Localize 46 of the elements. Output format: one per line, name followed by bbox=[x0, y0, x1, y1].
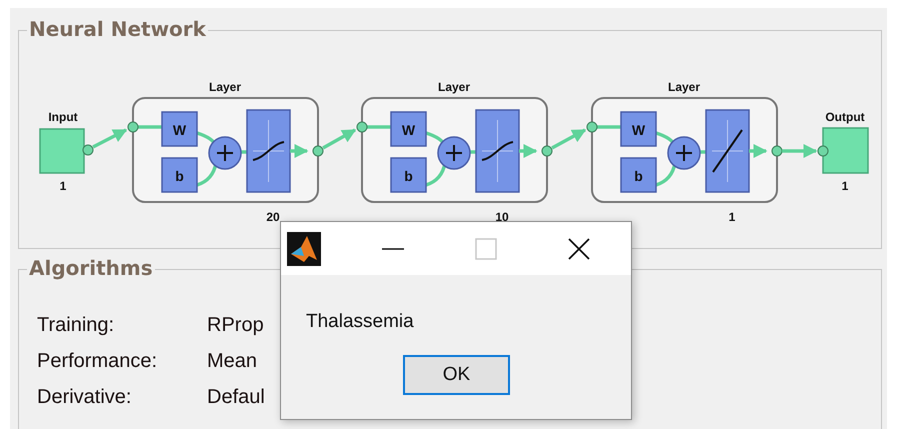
connection-dot bbox=[586, 122, 598, 132]
layer-size: 10 bbox=[495, 210, 509, 224]
sum-node bbox=[437, 136, 471, 170]
setting-value: Mean bbox=[207, 350, 258, 373]
sum-node bbox=[208, 136, 242, 170]
connector-arrow bbox=[519, 144, 538, 158]
layer-size: 1 bbox=[728, 210, 736, 224]
dialog-message: Thalassemia bbox=[306, 311, 414, 333]
connection-dot bbox=[772, 146, 782, 156]
setting-label: Training: bbox=[37, 314, 116, 337]
layer-title: Layer bbox=[438, 80, 470, 94]
weight-block: W bbox=[620, 111, 657, 147]
layer-size: 20 bbox=[266, 210, 280, 224]
bias-block: b bbox=[161, 157, 198, 193]
connector-arrow bbox=[749, 144, 768, 158]
connection-dot bbox=[128, 122, 138, 132]
connector-arrow bbox=[551, 128, 586, 150]
sum-node bbox=[667, 136, 701, 170]
weight-block: W bbox=[390, 111, 427, 147]
setting-label: Derivative: bbox=[37, 386, 132, 409]
weight-block: W bbox=[161, 111, 198, 147]
bias-block: b bbox=[390, 157, 427, 193]
connector-arrow bbox=[322, 128, 356, 150]
input-label: Input bbox=[48, 110, 78, 124]
connector-arrow bbox=[92, 128, 128, 149]
layer-title: Layer bbox=[668, 80, 700, 94]
input-node bbox=[39, 128, 85, 174]
output-size: 1 bbox=[842, 179, 848, 193]
connector-arrow bbox=[290, 144, 308, 158]
bias-block: b bbox=[620, 157, 657, 193]
connection-dot bbox=[818, 146, 828, 156]
connection-dot bbox=[312, 146, 324, 156]
connection-dot bbox=[82, 144, 94, 156]
setting-label: Performance: bbox=[37, 350, 158, 373]
output-node bbox=[822, 127, 869, 174]
layer-title: Layer bbox=[208, 80, 242, 94]
connection-dot bbox=[542, 146, 552, 156]
close-icon[interactable] bbox=[567, 236, 591, 260]
connector-arrow bbox=[782, 144, 818, 158]
app-logo-icon bbox=[287, 232, 321, 266]
connection-dot bbox=[356, 122, 368, 132]
setting-value: Defaul bbox=[207, 386, 265, 409]
input-size: 1 bbox=[60, 179, 66, 193]
output-label: Output bbox=[825, 110, 865, 124]
setting-value: RProp bbox=[207, 314, 264, 337]
ok-button[interactable]: OK bbox=[403, 355, 510, 395]
